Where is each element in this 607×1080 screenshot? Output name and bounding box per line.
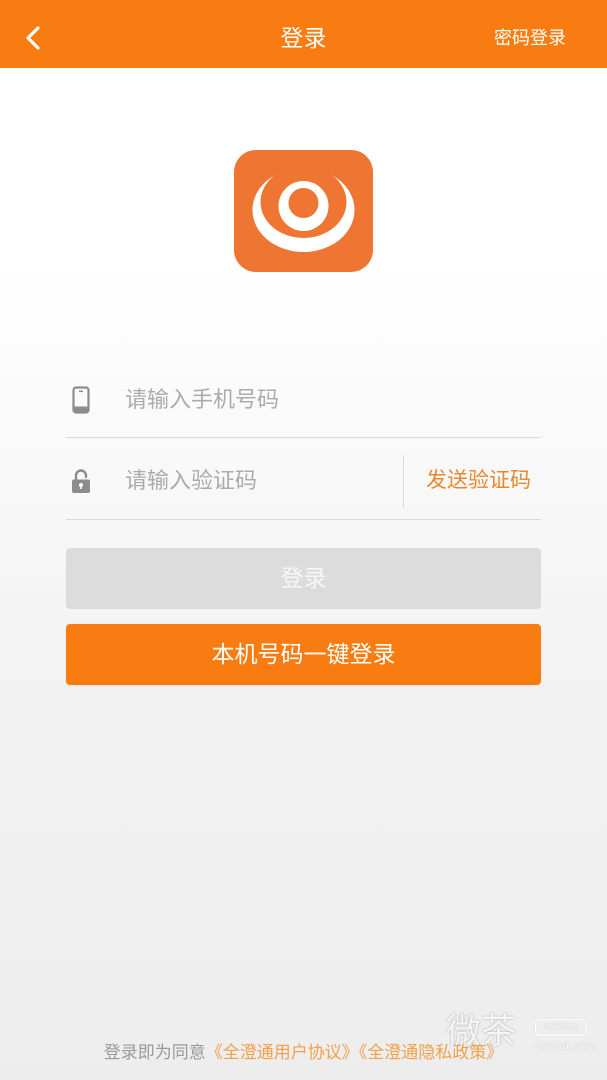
verification-code-input[interactable] xyxy=(125,461,395,501)
phone-input[interactable] xyxy=(125,380,525,420)
lock-icon xyxy=(72,469,90,493)
agreement-prefix: 登录即为同意 xyxy=(103,1043,206,1062)
watermark-brand-en: WXCHA xyxy=(535,1019,587,1036)
phone-divider xyxy=(66,437,541,438)
app-logo xyxy=(234,150,373,272)
user-agreement-link[interactable]: 《全澄通用户协议》 xyxy=(206,1043,359,1062)
send-code-button[interactable]: 发送验证码 xyxy=(426,468,531,494)
one-click-login-button[interactable]: 本机号码一键登录 xyxy=(66,624,541,685)
code-divider xyxy=(66,519,541,520)
login-button[interactable]: 登录 xyxy=(66,548,541,609)
privacy-policy-link[interactable]: 《全澄通隐私政策》 xyxy=(359,1043,504,1062)
phone-icon xyxy=(72,386,90,414)
password-login-link[interactable]: 密码登录 xyxy=(494,27,566,49)
top-bar: 登录 密码登录 xyxy=(0,0,607,68)
agreement-notice: 登录即为同意《全澄通用户协议》《全澄通隐私政策》 xyxy=(0,1043,607,1063)
send-code-divider xyxy=(403,455,404,508)
